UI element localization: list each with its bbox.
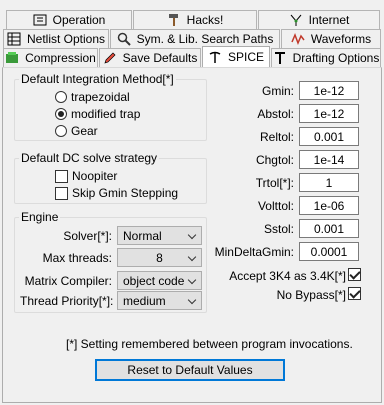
tab-waveforms[interactable]: Waveforms — [281, 29, 381, 48]
accept-3k4-label: Accept 3K4 as 3.4K[*] — [229, 269, 346, 283]
sstol-label: Sstol: — [263, 222, 294, 236]
netlist-icon — [7, 32, 21, 46]
skip-gmin-checkbox[interactable]: Skip Gmin Stepping — [55, 186, 178, 200]
abstol-field[interactable]: 1e-12 — [299, 104, 359, 123]
tab-save-defaults[interactable]: Save Defaults — [99, 48, 201, 67]
select-value: object code — [123, 273, 185, 288]
radio-button[interactable] — [55, 91, 67, 103]
chevron-down-icon — [187, 295, 197, 305]
priority-select[interactable]: medium — [117, 291, 202, 310]
group-legend: Default Integration Method[*] — [19, 72, 176, 86]
threads-select[interactable]: 8 — [117, 248, 202, 267]
tab-label: Internet — [308, 13, 350, 27]
radio-gear[interactable]: Gear — [55, 124, 98, 138]
radio-modified-trap[interactable]: modified trap — [55, 107, 140, 121]
tab-label: Compression — [25, 51, 96, 65]
checkbox[interactable] — [55, 169, 68, 183]
footnote-text: [*] Setting remembered between program i… — [66, 337, 353, 351]
checkbox-label: Skip Gmin Stepping — [72, 186, 179, 200]
tab-label: Drafting Options — [292, 51, 380, 65]
radio-button[interactable] — [55, 108, 67, 120]
gmin-field[interactable]: 1e-12 — [299, 81, 359, 100]
tab-label: Save Defaults — [122, 51, 198, 65]
trtol-label: Trtol[*]: — [255, 176, 294, 190]
tab-netlist-options[interactable]: Netlist Options — [3, 29, 109, 48]
volttol-field[interactable]: 1e-06 — [299, 196, 359, 215]
threads-label: Max threads: — [42, 251, 112, 265]
solver-label: Solver[*]: — [63, 229, 112, 243]
tab-spice[interactable]: SPICE — [202, 46, 270, 67]
hammer-icon — [167, 13, 181, 27]
chevron-down-icon — [187, 252, 197, 262]
reset-defaults-button[interactable]: Reset to Default Values — [95, 359, 285, 381]
accept-3k4-checkbox[interactable] — [348, 268, 361, 281]
tab-label: SPICE — [227, 50, 264, 64]
chgtol-field[interactable]: 1e-14 — [299, 150, 359, 169]
solver-select[interactable]: Normal — [117, 226, 202, 245]
priority-label: Thread Priority[*]: — [20, 294, 114, 308]
reltol-field[interactable]: 0.001 — [299, 127, 359, 146]
spice-icon — [208, 50, 222, 64]
drafting-icon — [273, 51, 287, 65]
tab-label: Waveforms — [310, 32, 372, 46]
operation-icon — [33, 13, 47, 27]
tab-drafting-options[interactable]: Drafting Options — [271, 48, 381, 67]
tab-hacks[interactable]: Hacks! — [133, 10, 257, 29]
checkbox-label: Noopiter — [72, 169, 118, 183]
chevron-down-icon — [187, 230, 197, 240]
radio-label: modified trap — [71, 107, 141, 121]
tab-compression[interactable]: Compression — [3, 48, 98, 67]
chevron-down-icon — [187, 275, 197, 285]
volttol-label: Volttol: — [257, 199, 294, 213]
compiler-label: Matrix Compiler: — [24, 274, 112, 288]
reltol-label: Reltol: — [259, 130, 294, 144]
trtol-field[interactable]: 1 — [299, 173, 359, 192]
radio-label: Gear — [71, 124, 98, 138]
tab-label: Hacks! — [186, 13, 224, 27]
no-bypass-checkbox[interactable] — [348, 287, 361, 300]
mindeltagmin-label: MinDeltaGmin: — [214, 245, 294, 259]
compiler-select[interactable]: object code — [117, 271, 202, 290]
group-legend: Default DC solve strategy — [19, 151, 160, 165]
select-value: Normal — [123, 228, 162, 243]
radio-trapezoidal[interactable]: trapezoidal — [55, 90, 130, 104]
compression-icon — [5, 51, 19, 65]
select-value: 8 — [156, 250, 163, 265]
tab-internet[interactable]: Internet — [258, 10, 380, 29]
radio-button[interactable] — [55, 125, 67, 137]
tab-label: Operation — [52, 13, 106, 27]
abstol-label: Abstol: — [257, 107, 294, 121]
pencil-icon — [103, 51, 117, 65]
no-bypass-label: No Bypass[*] — [276, 288, 346, 302]
gmin-label: Gmin: — [261, 84, 294, 98]
radio-label: trapezoidal — [71, 90, 130, 104]
waveform-icon — [291, 32, 305, 46]
group-legend: Engine — [19, 210, 61, 224]
mindeltagmin-field[interactable]: 0.0001 — [299, 242, 359, 261]
antenna-icon — [289, 13, 303, 27]
tab-label: Sym. & Lib. Search Paths — [136, 32, 274, 46]
tab-operation[interactable]: Operation — [6, 10, 132, 29]
checkbox[interactable] — [55, 186, 68, 200]
select-value: medium — [123, 293, 166, 308]
tab-label: Netlist Options — [26, 32, 106, 46]
noopiter-checkbox[interactable]: Noopiter — [55, 169, 117, 183]
sstol-field[interactable]: 0.001 — [299, 219, 359, 238]
chgtol-label: Chgtol: — [255, 153, 294, 167]
search-icon — [117, 32, 131, 46]
